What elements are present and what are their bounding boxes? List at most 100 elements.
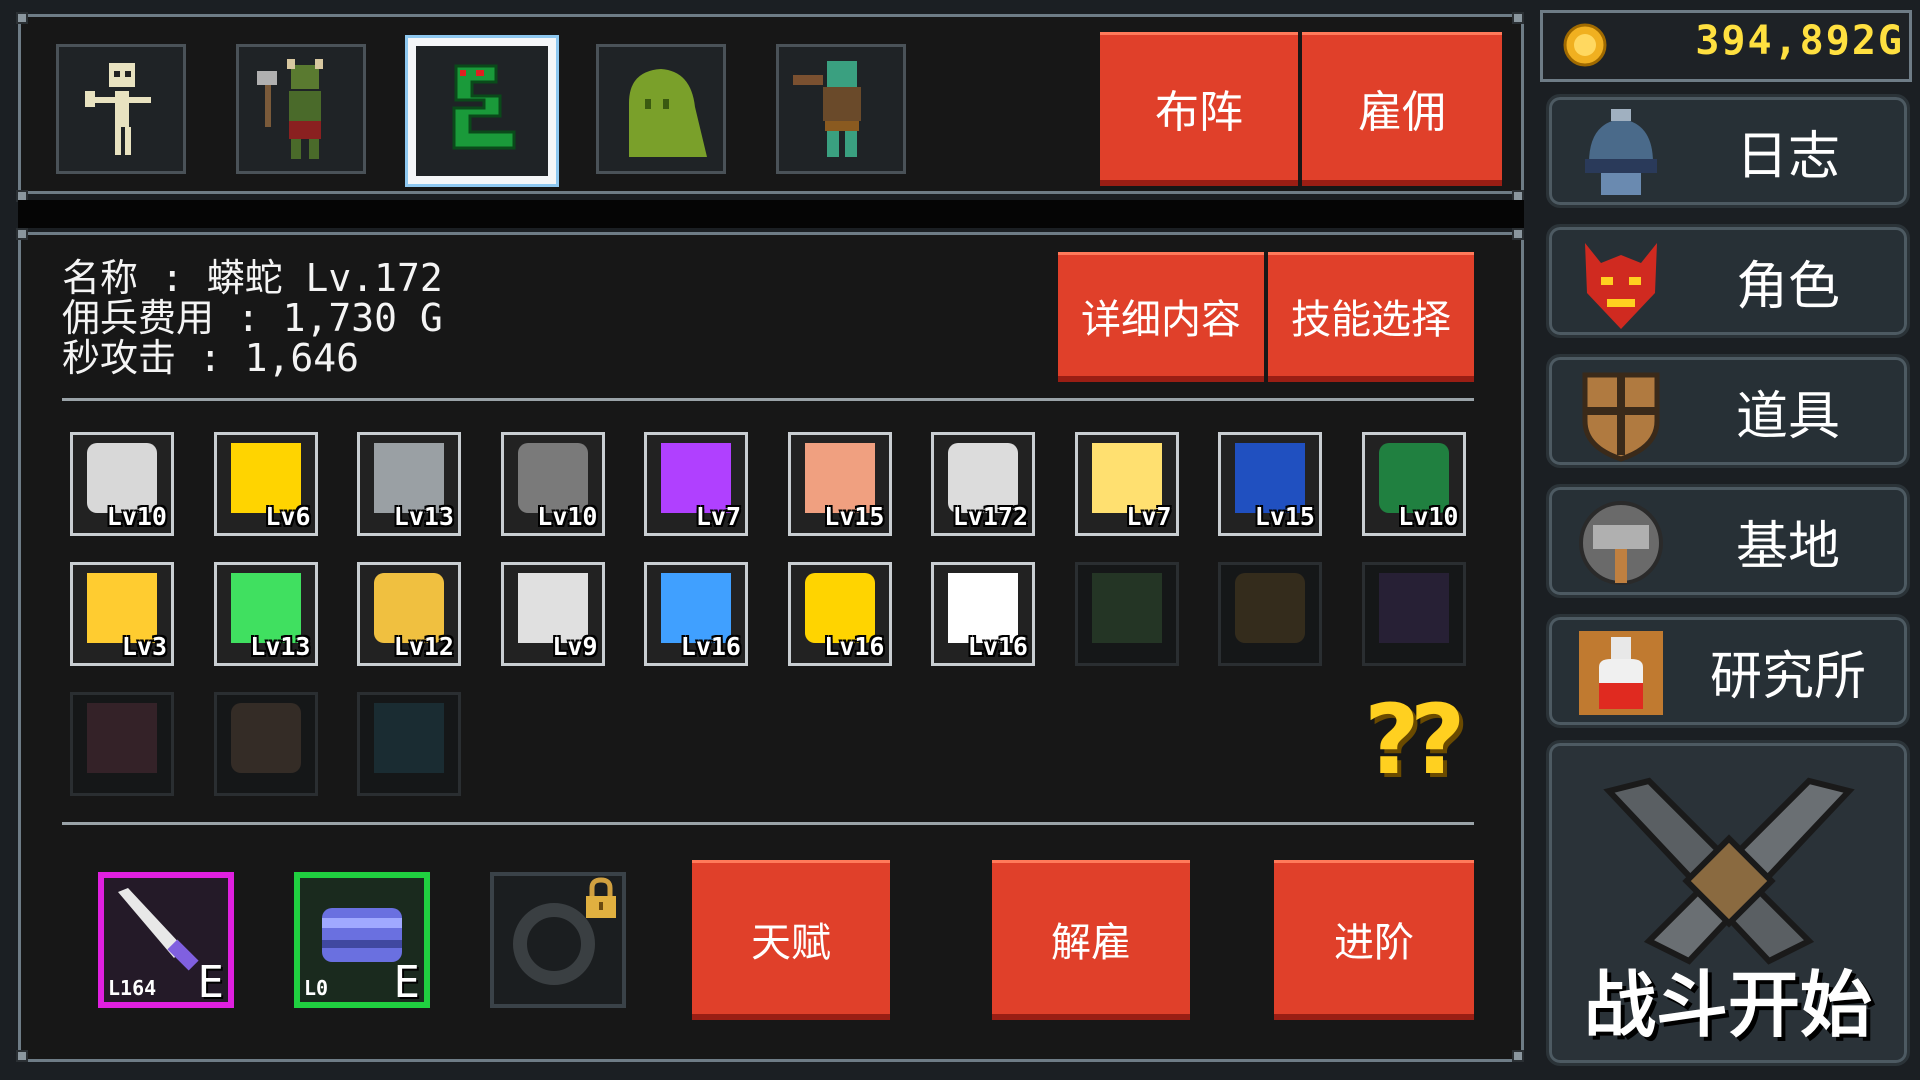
wooden-shield-icon	[1582, 372, 1660, 462]
skill-level: Lv6	[265, 502, 311, 531]
skill-item-locked-cross[interactable]	[70, 692, 174, 796]
potion-lab-icon	[1579, 631, 1663, 715]
unit-slot-orc[interactable]	[776, 44, 906, 174]
equip-slot-ring-locked[interactable]	[490, 872, 626, 1008]
unit-attack-per-second: 秒攻击 : 1,646	[62, 336, 360, 380]
menu-journal[interactable]: 日志	[1546, 94, 1910, 208]
skill-level: Lv13	[250, 632, 311, 661]
menu-label: 角色	[1735, 256, 1840, 317]
skill-item-locked-brown[interactable]	[1218, 562, 1322, 666]
gold-coin-icon	[1563, 23, 1607, 67]
rivet	[1512, 228, 1524, 240]
padlock-icon	[586, 877, 616, 918]
skill-level: Lv16	[824, 632, 885, 661]
skill-level: Lv16	[967, 632, 1028, 661]
journal-helmet-icon	[1585, 109, 1657, 195]
skill-level: Lv172	[952, 502, 1028, 531]
skill-item-sword[interactable]: Lv172	[931, 432, 1035, 536]
locked-cross-icon	[87, 703, 157, 773]
skill-level: Lv13	[393, 502, 454, 531]
locked-wing-icon	[374, 703, 444, 773]
skill-item-ring-arc[interactable]: Lv16	[931, 562, 1035, 666]
menu-label: 道具	[1735, 386, 1840, 447]
equip-slot-accessory[interactable]: L0 E	[294, 872, 430, 1008]
rivet	[16, 228, 28, 240]
skill-level: Lv10	[1398, 502, 1459, 531]
skill-item-locked-drop[interactable]	[1361, 562, 1466, 666]
skill-level: Lv3	[121, 632, 167, 661]
formation-button[interactable]: 布阵	[1100, 32, 1298, 186]
battle-start-label: 战斗开始	[1583, 963, 1872, 1047]
skill-item-locked-eye[interactable]	[213, 692, 318, 796]
slime-icon	[629, 69, 707, 157]
skill-item-shield-clock[interactable]: Lv9	[500, 562, 605, 666]
divider-strip	[18, 200, 1524, 228]
rivet	[16, 1050, 28, 1062]
rivet	[16, 12, 28, 24]
unit-slot-slime[interactable]	[596, 44, 726, 174]
skill-item-stars[interactable]: Lv7	[1074, 432, 1179, 536]
advance-button[interactable]: 进阶	[1274, 860, 1474, 1020]
unit-slot-snake[interactable]	[408, 38, 556, 184]
unit-name-level: 名称 : 蟒蛇 Lv.172	[62, 256, 443, 300]
unit-slot-skeleton[interactable]	[56, 44, 186, 174]
skill-item-locked-green[interactable]	[1074, 562, 1179, 666]
equipped-tag: E	[197, 957, 225, 1008]
menu-items[interactable]: 道具	[1546, 354, 1910, 468]
unit-hire-cost: 佣兵费用 : 1,730 G	[62, 296, 443, 340]
skill-item-arrow-up[interactable]: Lv6	[213, 432, 318, 536]
menu-label: 研究所	[1709, 646, 1866, 707]
skill-item-green-arrows[interactable]: Lv10	[1361, 432, 1466, 536]
divider-line	[62, 398, 1474, 401]
skill-item-purple-burst[interactable]: Lv7	[644, 432, 748, 536]
skill-level: Lv10	[106, 502, 167, 531]
talent-button[interactable]: 天赋	[692, 860, 890, 1020]
menu-character[interactable]: 角色	[1546, 224, 1910, 338]
hire-button[interactable]: 雇佣	[1302, 32, 1502, 186]
details-button[interactable]: 详细内容	[1058, 252, 1264, 382]
rivet	[1512, 12, 1524, 24]
skill-item-golden-blade[interactable]: Lv12	[357, 562, 461, 666]
skill-item-hammer[interactable]: Lv13	[357, 432, 461, 536]
skill-level: Lv7	[695, 502, 741, 531]
skill-item-reaper[interactable]: Lv10	[500, 432, 605, 536]
skill-item-potion-flask[interactable]: Lv3	[70, 562, 174, 666]
skill-select-button[interactable]: 技能选择	[1268, 252, 1474, 382]
equip-level: L0	[304, 976, 329, 1000]
orc-icon	[793, 61, 861, 157]
skill-item-locked-wing[interactable]	[357, 692, 461, 796]
skill-level: Lv15	[1254, 502, 1315, 531]
snake-icon	[452, 64, 516, 150]
skill-level: Lv7	[1126, 502, 1172, 531]
skill-item-yellow-up[interactable]: Lv16	[787, 562, 892, 666]
unit-slot-goblin[interactable]	[236, 44, 366, 174]
divider-line	[62, 822, 1474, 825]
goblin-icon	[257, 59, 323, 159]
locked-eye-icon	[230, 703, 301, 773]
locked-brown-icon	[1235, 573, 1305, 643]
battle-start-button[interactable]: 战斗开始	[1546, 740, 1910, 1066]
locked-green-icon	[1091, 573, 1162, 643]
skill-item-green-dagger[interactable]: Lv13	[213, 562, 318, 666]
skill-item-shield[interactable]: Lv10	[70, 432, 174, 536]
equip-slot-weapon[interactable]: L164 E	[98, 872, 234, 1008]
equipped-tag: E	[393, 957, 421, 1008]
menu-label: 基地	[1735, 516, 1840, 577]
hammer-base-icon	[1579, 501, 1663, 585]
demon-mask-icon	[1585, 243, 1657, 329]
mystery-icon[interactable]: ??	[1364, 684, 1465, 796]
menu-base[interactable]: 基地	[1546, 484, 1910, 598]
dismiss-button[interactable]: 解雇	[992, 860, 1190, 1020]
rivet	[1512, 1050, 1524, 1062]
skill-level: Lv10	[537, 502, 598, 531]
skill-item-blue-lightning[interactable]: Lv16	[644, 562, 748, 666]
equip-level: L164	[108, 976, 157, 1000]
skill-level: Lv16	[680, 632, 741, 661]
gold-amount: 394,892G	[1695, 18, 1904, 64]
skill-item-blue-arrows[interactable]: Lv15	[1218, 432, 1322, 536]
skill-level: Lv9	[552, 632, 598, 661]
skill-item-money-bag[interactable]: Lv15	[787, 432, 892, 536]
menu-label: 日志	[1735, 126, 1840, 187]
menu-laboratory[interactable]: 研究所	[1546, 614, 1910, 728]
locked-drop-icon	[1378, 573, 1449, 643]
